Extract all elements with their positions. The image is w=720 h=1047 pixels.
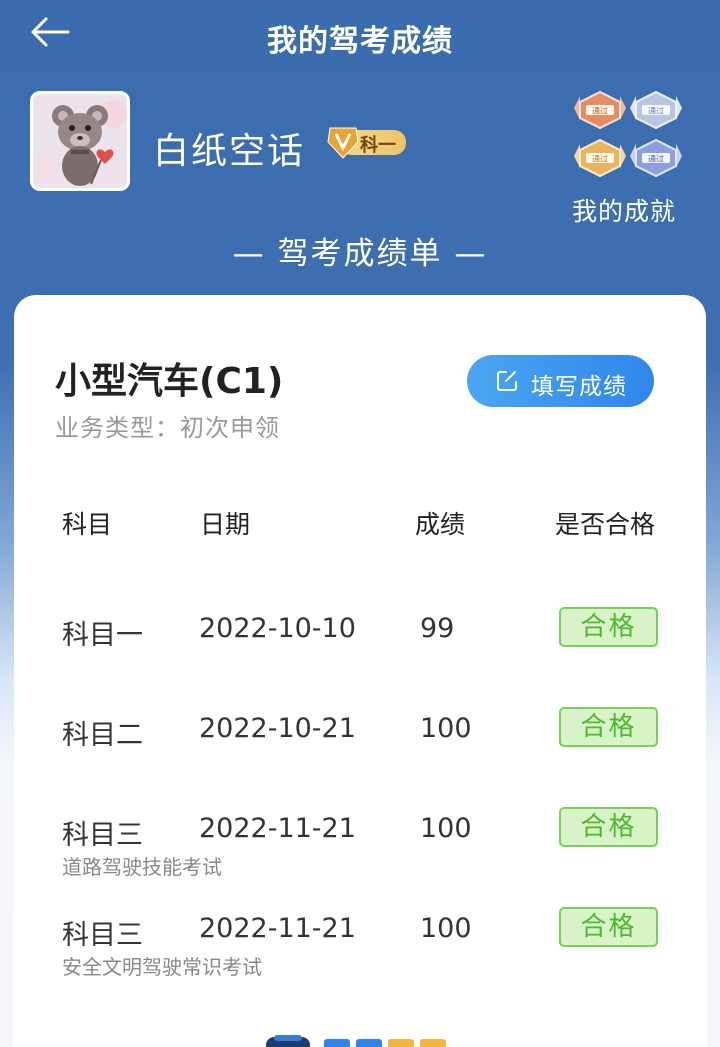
header-date: 日期 xyxy=(200,510,251,539)
app-logo xyxy=(258,1031,468,1047)
header-subject: 科目 xyxy=(62,510,113,539)
row-3-note: 道路驾驶技能考试 xyxy=(62,855,222,879)
edit-icon xyxy=(497,371,517,391)
row-4-pass-badge: 合格 xyxy=(559,907,658,947)
achievements-link[interactable]: 我的成就 xyxy=(572,192,676,228)
row-3-subject: 科目三 xyxy=(62,820,143,851)
row-4-note: 安全文明驾驶常识考试 xyxy=(62,955,262,979)
medal-silver-icon: 通过 xyxy=(630,90,682,130)
row-3-pass-badge: 合格 xyxy=(559,807,658,847)
header-pass: 是否合格 xyxy=(555,510,656,539)
section-title: — 驾考成绩单 — xyxy=(232,236,488,272)
fill-score-label: 填写成绩 xyxy=(531,374,627,400)
svg-text:通过: 通过 xyxy=(592,154,608,164)
row-3-score: 100 xyxy=(420,813,472,844)
username: 白纸空话 xyxy=(153,131,306,172)
top-bar: 我的驾考成绩 xyxy=(0,0,720,72)
medal-diamond-icon: 通过 xyxy=(630,138,682,178)
row-2-score: 100 xyxy=(420,713,472,744)
achievement-medals[interactable]: 通过 通过 通过 通过 xyxy=(574,90,686,180)
fill-score-button[interactable]: 填写成绩 xyxy=(467,355,654,407)
row-1-date: 2022-10-10 xyxy=(199,613,356,644)
car-type-title: 小型汽车(C1) xyxy=(55,361,284,402)
row-4-subject: 科目三 xyxy=(62,920,143,951)
avatar[interactable] xyxy=(30,91,130,191)
header-score: 成绩 xyxy=(415,510,466,539)
row-3-date: 2022-11-21 xyxy=(199,813,356,844)
medal-gold-icon: 通过 xyxy=(574,138,626,178)
row-2-subject: 科目二 xyxy=(62,720,143,751)
page-title: 我的驾考成绩 xyxy=(267,24,453,59)
business-type: 业务类型：初次申领 xyxy=(55,414,280,442)
row-4-date: 2022-11-21 xyxy=(199,913,356,944)
row-1-score: 99 xyxy=(420,613,455,644)
svg-text:通过: 通过 xyxy=(592,106,608,116)
row-2-pass-badge: 合格 xyxy=(559,707,658,747)
row-2-date: 2022-10-21 xyxy=(199,713,356,744)
level-badge-label: 科一 xyxy=(360,135,396,156)
svg-text:通过: 通过 xyxy=(648,154,664,164)
row-1-pass-badge: 合格 xyxy=(559,607,658,647)
row-4-score: 100 xyxy=(420,913,472,944)
row-1-subject: 科目一 xyxy=(62,620,143,651)
svg-text:通过: 通过 xyxy=(648,106,664,116)
medal-bronze-icon: 通过 xyxy=(574,90,626,130)
